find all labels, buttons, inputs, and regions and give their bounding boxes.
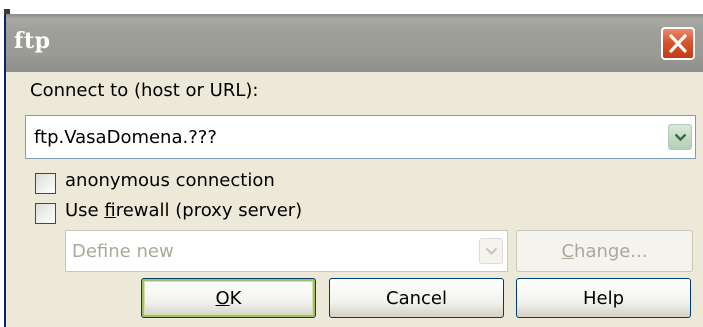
host-combobox[interactable] xyxy=(25,115,696,159)
chevron-down-icon xyxy=(674,133,687,142)
ftp-dialog: ftp Connect to (host or URL): anonymous … xyxy=(4,14,703,327)
anonymous-connection-checkbox[interactable] xyxy=(35,173,56,194)
change-label-rest: hange... xyxy=(574,240,648,262)
use-firewall-checkbox[interactable] xyxy=(35,203,56,224)
use-firewall-label-start: Use xyxy=(65,200,105,221)
host-input[interactable] xyxy=(28,120,638,154)
host-dropdown-button[interactable] xyxy=(668,124,692,150)
change-accel: C xyxy=(561,240,575,262)
close-button[interactable] xyxy=(661,27,695,60)
proxy-selected-value: Define new xyxy=(72,241,174,262)
chevron-down-icon xyxy=(485,247,498,256)
use-firewall-label[interactable]: Use firewall (proxy server) xyxy=(65,200,302,221)
ok-button[interactable]: OK xyxy=(141,278,316,318)
proxy-select[interactable]: Define new xyxy=(65,230,508,272)
help-button[interactable]: Help xyxy=(516,278,691,318)
proxy-dropdown-button[interactable] xyxy=(479,238,503,264)
use-firewall-accel: f xyxy=(104,200,116,221)
use-firewall-label-end: irewall (proxy server) xyxy=(115,200,303,221)
title-bar[interactable]: ftp xyxy=(6,14,703,72)
close-icon xyxy=(669,34,687,53)
change-button[interactable]: Change... xyxy=(516,230,693,272)
ok-accel: O xyxy=(215,287,230,309)
cancel-button[interactable]: Cancel xyxy=(329,278,504,318)
dialog-title: ftp xyxy=(14,28,51,54)
anonymous-connection-label[interactable]: anonymous connection xyxy=(65,170,275,191)
connect-to-label: Connect to (host or URL): xyxy=(30,80,259,101)
ok-label-rest: K xyxy=(229,287,242,309)
window-edge xyxy=(0,0,703,14)
